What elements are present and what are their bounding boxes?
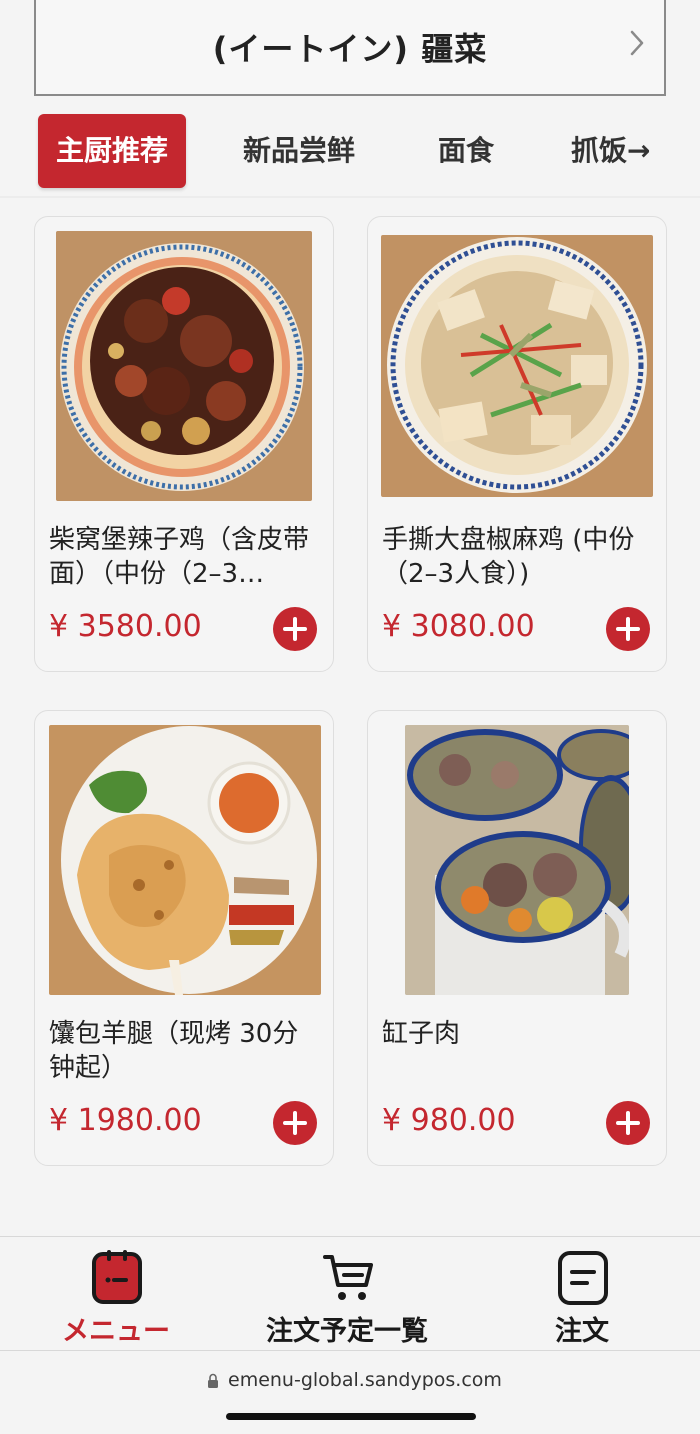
- nav-orders[interactable]: 注文: [466, 1237, 700, 1351]
- product-card[interactable]: 缸子肉 ¥ 980.00: [367, 710, 667, 1166]
- shredded-chicken-plate-photo: [381, 235, 653, 497]
- mutton-soup-mugs-photo: [405, 725, 629, 995]
- product-card[interactable]: 手撕大盘椒麻鸡 (中份（2–3人食）) ¥ 3080.00: [367, 216, 667, 672]
- chevron-right-icon: [630, 30, 644, 56]
- store-title: (イートイン) 疆菜: [212, 30, 488, 68]
- tabs-divider: [0, 196, 700, 198]
- nav-orders-label: 注文: [555, 1316, 609, 1347]
- product-price: ¥ 1980.00: [49, 1103, 202, 1138]
- product-price: ¥ 980.00: [382, 1103, 516, 1138]
- naan-lamb-leg-photo: [49, 725, 321, 995]
- product-name: 手撕大盘椒麻鸡 (中份（2–3人食）): [382, 525, 635, 589]
- add-to-cart-button[interactable]: [273, 607, 317, 651]
- product-price: ¥ 3080.00: [382, 609, 535, 644]
- cart-icon: [323, 1255, 373, 1300]
- add-to-cart-button[interactable]: [273, 1101, 317, 1145]
- product-name: 柴窝堡辣子鸡（含皮带面）（中份（2–3…: [49, 525, 310, 589]
- product-card[interactable]: 柴窝堡辣子鸡（含皮带面）（中份（2–3… ¥ 3580.00: [34, 216, 334, 672]
- nav-reservations-label: 注文予定一覧: [266, 1316, 428, 1347]
- bottom-navigation: メニュー 注文予定一覧 注文: [0, 1236, 700, 1350]
- tab-pilaf[interactable]: 抓饭→: [571, 114, 650, 188]
- product-card[interactable]: 馕包羊腿（现烤 30分钟起） ¥ 1980.00: [34, 710, 334, 1166]
- nav-reservations[interactable]: 注文予定一覧: [234, 1237, 466, 1351]
- url-text: emenu-global.sandypos.com: [228, 1369, 502, 1391]
- home-indicator: [226, 1413, 476, 1420]
- lock-icon: [208, 1373, 218, 1388]
- nav-menu-label: メニュー: [62, 1316, 170, 1347]
- add-to-cart-button[interactable]: [606, 1101, 650, 1145]
- spicy-chicken-plate-photo: [56, 231, 312, 501]
- menu-icon: [92, 1250, 142, 1304]
- tab-chef-recommend[interactable]: 主厨推荐: [38, 114, 186, 188]
- product-name: 馕包羊腿（现烤 30分钟起）: [49, 1019, 299, 1083]
- category-tabs: 主厨推荐 新品尝鲜 面食 抓饭→: [0, 108, 700, 196]
- add-to-cart-button[interactable]: [606, 607, 650, 651]
- store-selector[interactable]: (イートイン) 疆菜: [34, 0, 666, 96]
- product-name: 缸子肉: [382, 1019, 461, 1049]
- nav-menu[interactable]: メニュー: [0, 1237, 234, 1351]
- product-price: ¥ 3580.00: [49, 609, 202, 644]
- tab-noodles[interactable]: 面食: [438, 114, 494, 188]
- tab-new-items[interactable]: 新品尝鲜: [243, 114, 355, 188]
- browser-url-bar[interactable]: emenu-global.sandypos.com: [0, 1350, 700, 1434]
- order-list-icon: [558, 1251, 608, 1305]
